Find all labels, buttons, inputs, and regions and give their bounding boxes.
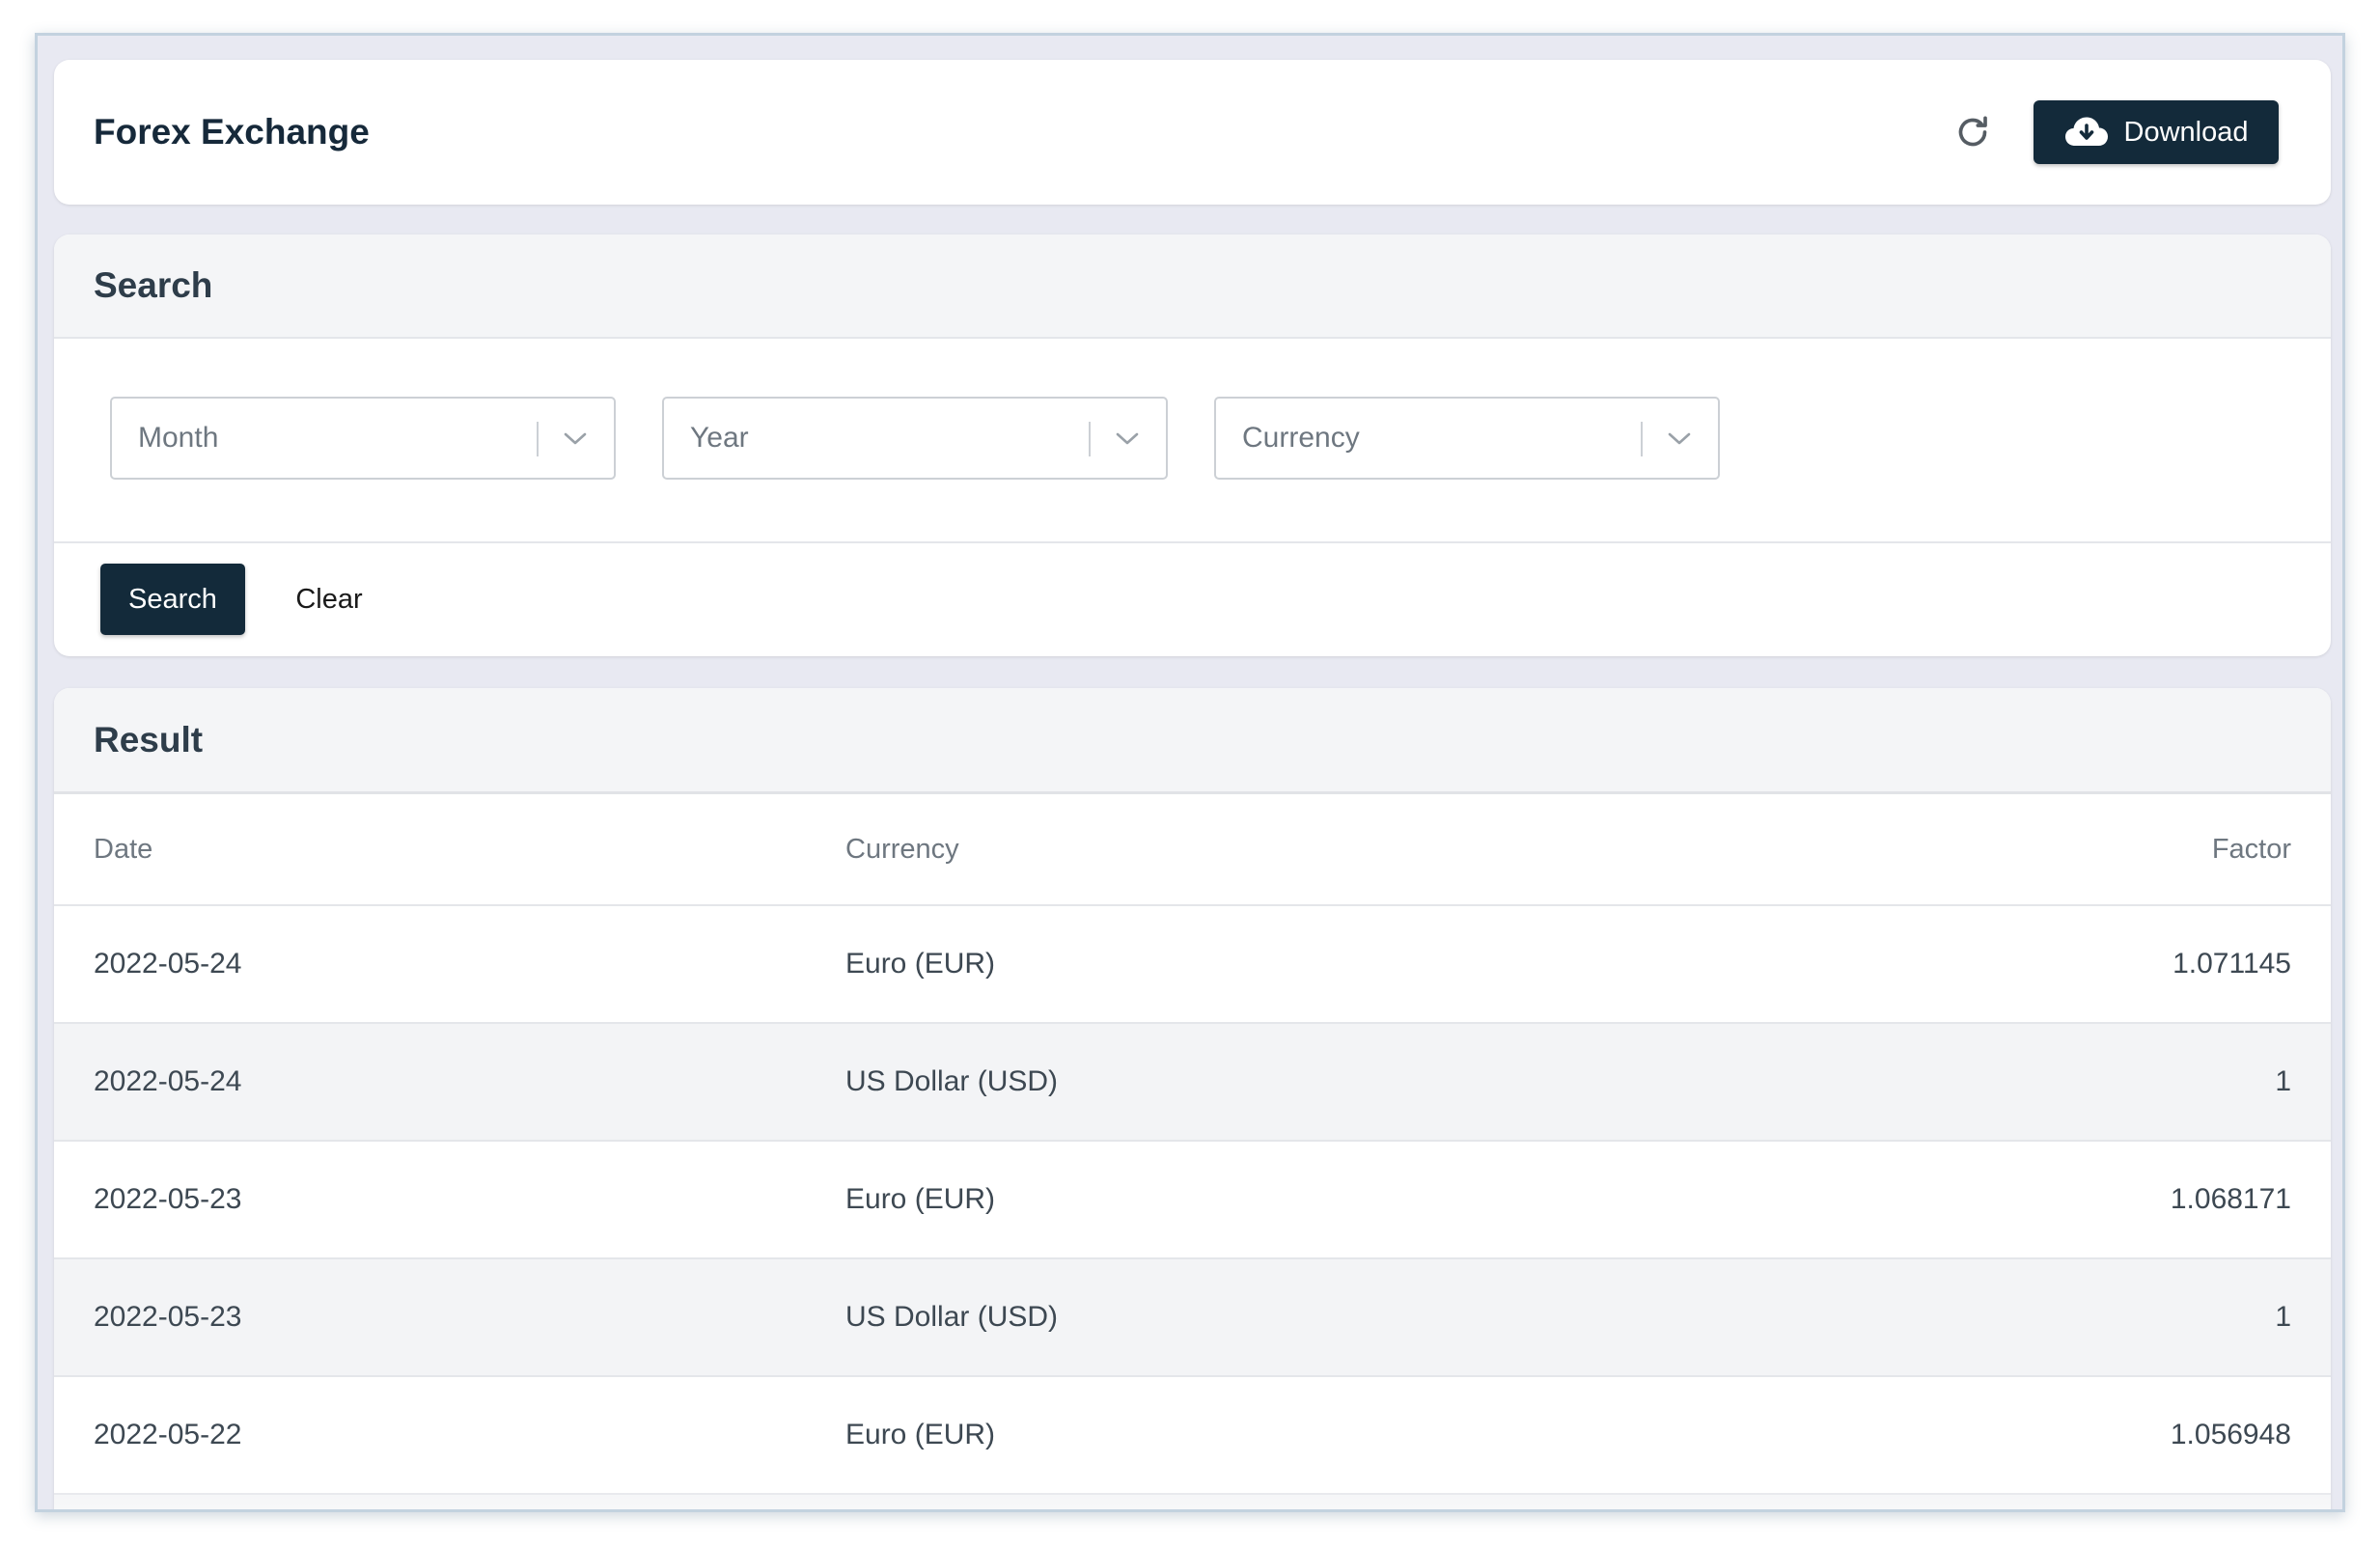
table-header-row: Date Currency Factor (54, 794, 2331, 906)
cloud-download-icon (2064, 117, 2108, 146)
column-header-date[interactable]: Date (94, 794, 152, 904)
table-row[interactable] (54, 1495, 2331, 1509)
search-section-title: Search (54, 235, 2331, 339)
table-row[interactable]: 2022-05-23 US Dollar (USD) 1 (54, 1259, 2331, 1377)
cell-currency: Euro (EUR) (845, 948, 996, 980)
cell-date: 2022-05-24 (94, 1065, 242, 1097)
year-select[interactable]: Year (662, 397, 1168, 480)
download-label: Download (2123, 116, 2249, 148)
search-button[interactable]: Search (100, 564, 245, 635)
cell-currency: US Dollar (USD) (845, 1301, 1059, 1333)
cell-factor: 1 (2275, 1065, 2291, 1097)
result-card: Result Date Currency Factor 2022-05-24 E… (54, 688, 2331, 1509)
month-select-placeholder: Month (138, 422, 219, 454)
page-title: Forex Exchange (94, 112, 370, 152)
cell-factor: 1 (2275, 1301, 2291, 1333)
year-select-placeholder: Year (690, 422, 749, 454)
divider (54, 541, 2331, 543)
refresh-button[interactable] (1947, 106, 1999, 158)
chevron-down-icon[interactable] (1660, 424, 1699, 455)
cell-currency: Euro (EUR) (845, 1419, 996, 1450)
select-separator (537, 422, 539, 456)
header-card: Forex Exchange Download (54, 60, 2331, 205)
result-section-title: Result (54, 688, 2331, 794)
search-card: Search Month Year Currency Search Clear (54, 235, 2331, 656)
result-table: Date Currency Factor 2022-05-24 Euro (EU… (54, 794, 2331, 1509)
table-row[interactable]: 2022-05-23 Euro (EUR) 1.068171 (54, 1142, 2331, 1259)
chevron-down-icon[interactable] (1108, 424, 1147, 455)
download-button[interactable]: Download (2034, 100, 2279, 164)
cell-date: 2022-05-24 (94, 948, 242, 980)
refresh-icon (1958, 116, 1987, 147)
app-window: Forex Exchange Download Search Month Yea… (35, 33, 2345, 1512)
cell-date: 2022-05-22 (94, 1419, 242, 1450)
cell-factor: 1.068171 (2170, 1183, 2291, 1215)
table-row[interactable]: 2022-05-24 US Dollar (USD) 1 (54, 1024, 2331, 1142)
cell-factor: 1.071145 (2172, 948, 2291, 980)
column-header-currency[interactable]: Currency (845, 794, 959, 904)
column-header-factor[interactable]: Factor (2212, 794, 2291, 904)
table-row[interactable]: 2022-05-24 Euro (EUR) 1.071145 (54, 906, 2331, 1024)
cell-date: 2022-05-23 (94, 1301, 242, 1333)
clear-button[interactable]: Clear (276, 564, 382, 635)
currency-select-placeholder: Currency (1242, 422, 1360, 454)
cell-currency: Euro (EUR) (845, 1183, 996, 1215)
chevron-down-icon[interactable] (556, 424, 595, 455)
select-separator (1089, 422, 1091, 456)
cell-currency: US Dollar (USD) (845, 1065, 1059, 1097)
table-row[interactable]: 2022-05-22 Euro (EUR) 1.056948 (54, 1377, 2331, 1495)
cell-date: 2022-05-23 (94, 1183, 242, 1215)
currency-select[interactable]: Currency (1214, 397, 1720, 480)
select-separator (1641, 422, 1643, 456)
cell-factor: 1.056948 (2170, 1419, 2291, 1450)
month-select[interactable]: Month (110, 397, 616, 480)
